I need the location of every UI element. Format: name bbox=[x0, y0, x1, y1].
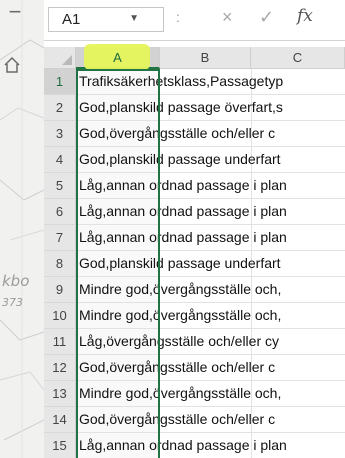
column-header-a[interactable]: A bbox=[76, 44, 160, 70]
row-header[interactable]: 14 bbox=[44, 407, 76, 433]
name-box-value: A1 bbox=[62, 11, 81, 28]
map-label-small: 373 bbox=[2, 296, 23, 309]
formula-bar: A1 ▼ : × ✓ fx bbox=[44, 0, 345, 41]
row-header[interactable]: 7 bbox=[44, 225, 76, 251]
name-box[interactable]: A1 ▼ bbox=[48, 7, 164, 32]
row-header[interactable]: 9 bbox=[44, 277, 76, 303]
column-header-label: C bbox=[292, 50, 303, 65]
row-header[interactable]: 4 bbox=[44, 147, 76, 173]
select-all-icon[interactable] bbox=[62, 55, 72, 65]
screenshot-root: − kbo 373 A1 ▼ : × ✓ fx A B C 1 Trafiksä… bbox=[0, 0, 345, 458]
row-header[interactable]: 6 bbox=[44, 199, 76, 225]
row-header[interactable]: 10 bbox=[44, 303, 76, 329]
insert-function-icon[interactable]: fx bbox=[297, 6, 313, 26]
row-header[interactable]: 5 bbox=[44, 173, 76, 199]
spreadsheet-grid[interactable]: A B C 1 Trafiksäkerhetsklass,Passagetyp 2 G… bbox=[44, 44, 345, 458]
map-strip[interactable]: − kbo 373 bbox=[0, 0, 44, 458]
column-header-b[interactable]: B bbox=[160, 47, 251, 69]
column-header-label: A bbox=[113, 50, 122, 65]
chevron-down-icon[interactable]: ▼ bbox=[129, 13, 139, 24]
row-header[interactable]: 8 bbox=[44, 251, 76, 277]
column-header-c[interactable]: C bbox=[251, 47, 345, 69]
zoom-out-icon[interactable]: − bbox=[3, 0, 27, 24]
enter-icon[interactable]: ✓ bbox=[259, 7, 274, 28]
more-options-icon[interactable]: : bbox=[176, 9, 181, 25]
map-label-large: kbo bbox=[2, 272, 30, 290]
cancel-icon[interactable]: × bbox=[222, 7, 233, 28]
select-all-corner[interactable] bbox=[44, 47, 76, 69]
selection-border bbox=[76, 69, 160, 458]
row-header[interactable]: 13 bbox=[44, 381, 76, 407]
row-header[interactable]: 15 bbox=[44, 433, 76, 458]
row-header[interactable]: 11 bbox=[44, 329, 76, 355]
home-icon[interactable] bbox=[3, 56, 27, 80]
row-header[interactable]: 12 bbox=[44, 355, 76, 381]
row-header[interactable]: 3 bbox=[44, 121, 76, 147]
column-header-label: B bbox=[200, 50, 210, 65]
row-header[interactable]: 1 bbox=[44, 69, 76, 95]
row-header[interactable]: 2 bbox=[44, 95, 76, 121]
